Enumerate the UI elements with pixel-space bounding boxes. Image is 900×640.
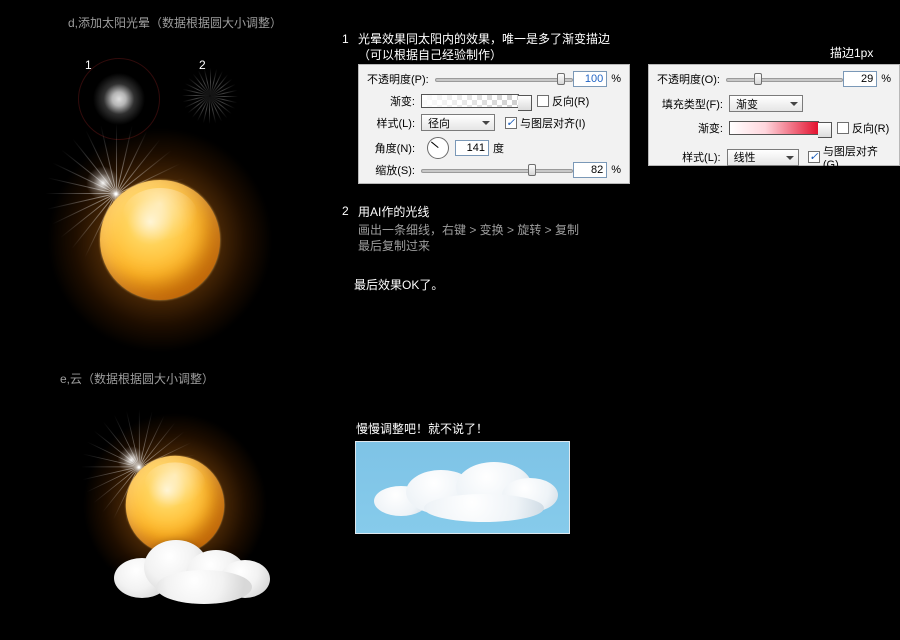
style-label: 样式(L): bbox=[367, 115, 415, 131]
step-2-line-b: 最后复制过来 bbox=[358, 237, 430, 254]
step-2-number: 2 bbox=[342, 204, 349, 218]
section-e-title: e,云（数据根据圆大小调整） bbox=[60, 370, 214, 387]
gradient-label-b: 渐变: bbox=[657, 120, 723, 136]
stroke-panel: 不透明度(O): % 填充类型(F): 渐变 渐变: 反向(R) 样式(L): … bbox=[648, 64, 900, 166]
cloud-sky-thumbnail bbox=[355, 441, 570, 534]
opacity-p-label: 不透明度(P): bbox=[367, 71, 429, 87]
cloud-illustration bbox=[110, 530, 270, 600]
scale-slider[interactable] bbox=[421, 163, 573, 177]
step-2-title: 用AI作的光线 bbox=[358, 203, 429, 220]
angle-input[interactable] bbox=[455, 140, 489, 156]
gradient-overlay-panel: 不透明度(P): % 渐变: 反向(R) 样式(L): 径向 与图层对齐(I) … bbox=[358, 64, 630, 184]
opacity-p-slider[interactable] bbox=[435, 72, 573, 86]
gradient-swatch[interactable] bbox=[421, 94, 519, 108]
final-ok-text: 最后效果OK了。 bbox=[354, 276, 443, 293]
opacity-o-input[interactable] bbox=[843, 71, 877, 87]
pct-symbol-2: % bbox=[611, 164, 621, 176]
pct-symbol-3: % bbox=[881, 73, 891, 85]
step-1-number: 1 bbox=[342, 32, 349, 46]
cloud-note: 慢慢调整吧！就不说了！ bbox=[356, 420, 488, 437]
style-label-b: 样式(L): bbox=[657, 149, 721, 165]
section-d-title: d,添加太阳光晕（数据根据圆大小调整） bbox=[68, 14, 282, 31]
scale-label: 缩放(S): bbox=[367, 162, 415, 178]
rays-preview bbox=[210, 96, 211, 97]
opacity-p-input[interactable] bbox=[573, 71, 607, 87]
reverse-checkbox[interactable]: 反向(R) bbox=[537, 93, 589, 109]
filltype-label: 填充类型(F): bbox=[657, 96, 723, 112]
filltype-select[interactable]: 渐变 bbox=[729, 95, 803, 112]
style-select-b[interactable]: 线性 bbox=[727, 149, 799, 166]
align-layer-checkbox[interactable]: 与图层对齐(I) bbox=[505, 115, 585, 131]
style-select[interactable]: 径向 bbox=[421, 114, 495, 131]
opacity-o-label: 不透明度(O): bbox=[657, 71, 720, 87]
step-2-line-a: 画出一条细线，右键 > 变换 > 旋转 > 复制 bbox=[358, 221, 579, 238]
gradient-swatch-pink[interactable] bbox=[729, 121, 819, 135]
pct-symbol: % bbox=[611, 73, 621, 85]
step-1-line-b: （可以根据自己经验制作） bbox=[358, 46, 502, 63]
reverse-checkbox-b[interactable]: 反向(R) bbox=[837, 120, 889, 136]
gradient-label: 渐变: bbox=[367, 93, 415, 109]
scale-input[interactable] bbox=[573, 162, 607, 178]
step-1-line-a: 光晕效果同太阳内的效果，唯一是多了渐变描边 bbox=[358, 30, 610, 47]
opacity-o-slider[interactable] bbox=[726, 72, 843, 86]
halo-glow-preview bbox=[92, 72, 146, 126]
angle-unit: 度 bbox=[493, 140, 504, 156]
stroke-1px-label: 描边1px bbox=[830, 44, 873, 61]
align-layer-checkbox-b[interactable]: 与图层对齐(G) bbox=[808, 143, 891, 171]
angle-label: 角度(N): bbox=[367, 140, 415, 156]
angle-dial[interactable] bbox=[427, 137, 449, 159]
